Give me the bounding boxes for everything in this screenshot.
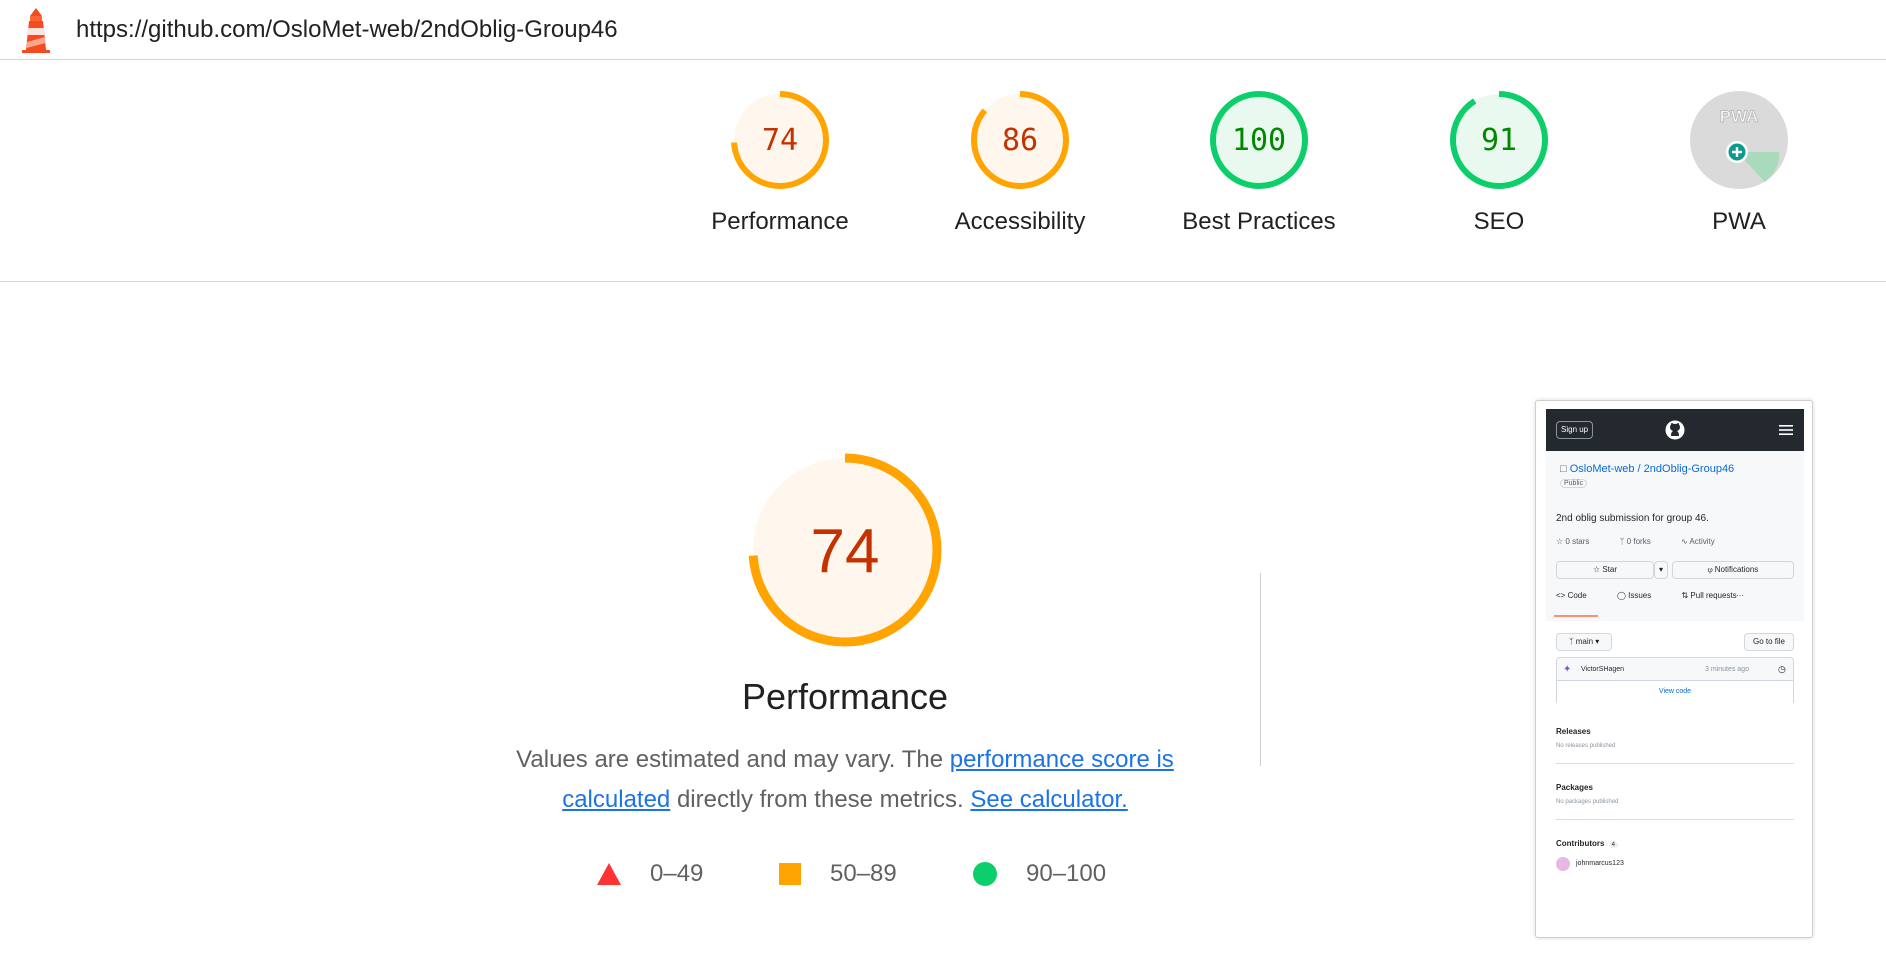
thumb-branch-button: ᛉ main ▾ <box>1556 633 1612 651</box>
gauge-performance-label: Performance <box>711 208 849 235</box>
thumb-contributor-avatar <box>1556 857 1570 871</box>
thumb-star-button: ☆ Star <box>1556 561 1654 579</box>
performance-description: Values are estimated and may vary. The p… <box>500 740 1190 820</box>
thumb-view-code-link: View code <box>1557 680 1793 705</box>
score-summary: 74 Performance 86 Accessibility 100 Best… <box>0 60 1886 282</box>
thumb-forks-count: ᛉ 0 forks <box>1619 537 1651 546</box>
thumb-github-header: Sign up <box>1546 409 1804 451</box>
thumb-tab-issues-label: Issues <box>1628 591 1652 600</box>
see-calculator-link[interactable]: See calculator. <box>970 786 1127 813</box>
thumb-contributor-name: johnmarcus123 <box>1576 860 1624 867</box>
thumb-tab-pulls-label: Pull requests <box>1690 591 1737 600</box>
vertical-divider <box>1260 573 1261 766</box>
thumb-active-tab-indicator <box>1554 615 1598 617</box>
thumb-public-badge: Public <box>1560 479 1588 488</box>
thumb-activity: ∿ Activity <box>1680 537 1715 546</box>
legend-fail-range: 0–49 <box>650 860 704 887</box>
thumb-repo-name: 2ndOblig-Group46 <box>1643 463 1735 475</box>
thumb-packages-title: Packages <box>1556 783 1593 792</box>
legend-pass: 90–100 <box>972 860 1106 888</box>
gauge-seo[interactable]: 91 SEO <box>1379 90 1619 236</box>
gauge-best-practices-label: Best Practices <box>1182 208 1336 235</box>
thumb-stars-count: ☆ 0 stars <box>1556 537 1590 546</box>
thumb-activity-text: Activity <box>1689 537 1715 546</box>
gauge-seo-score: 91 <box>1481 123 1517 158</box>
final-screenshot-thumbnail[interactable]: Sign up □ OsloMet-web / 2ndOblig-Group46… <box>1535 400 1813 938</box>
thumb-repo-icon: □ <box>1560 463 1570 475</box>
thumb-stars-text: 0 stars <box>1565 537 1590 546</box>
thumb-github-body: □ OsloMet-web / 2ndOblig-Group46 Public … <box>1546 451 1804 937</box>
gauge-best-practices-score: 100 <box>1232 123 1286 158</box>
thumb-notifications-label: Notifications <box>1714 565 1759 574</box>
gauge-performance[interactable]: 74 Performance <box>660 90 900 236</box>
thumb-commit-avatar-icon: ✦ <box>1563 664 1572 675</box>
thumb-repo-path: □ OsloMet-web / 2ndOblig-Group46 <box>1560 463 1734 475</box>
gauge-performance-score: 74 <box>762 123 798 158</box>
legend-fail: 0–49 <box>596 860 703 888</box>
thumb-rule-2 <box>1556 819 1794 820</box>
thumb-repo-description: 2nd oblig submission for group 46. <box>1556 513 1709 524</box>
thumb-repo-tabs: <> Code ◯ Issues ⇅ Pull requests ··· <box>1556 591 1765 600</box>
thumb-star-dropdown: ▾ <box>1654 561 1668 579</box>
thumb-repo-owner: OsloMet-web <box>1569 463 1635 475</box>
thumb-rule-1 <box>1556 763 1794 764</box>
thumb-tab-issues: ◯ Issues <box>1616 591 1652 600</box>
thumb-releases-title: Releases <box>1556 727 1591 736</box>
thumb-repo-header: □ OsloMet-web / 2ndOblig-Group46 Public … <box>1546 451 1804 621</box>
thumb-releases-text: No releases published <box>1556 743 1616 749</box>
thumb-signup-button: Sign up <box>1556 421 1594 439</box>
thumb-forks-text: 0 forks <box>1626 537 1651 546</box>
description-text-1: Values are estimated and may vary. The <box>516 746 950 773</box>
performance-main-gauge: 74 <box>748 453 942 647</box>
thumb-contributors-label: Contributors <box>1556 839 1605 848</box>
gauge-seo-ring: 91 <box>1450 91 1548 189</box>
gauge-pwa-label: PWA <box>1712 208 1766 235</box>
legend-average: 50–89 <box>778 860 897 888</box>
github-logo-icon <box>1665 420 1685 440</box>
thumb-repo-sep: / <box>1634 463 1644 475</box>
thumb-tab-code: <> Code <box>1556 591 1587 600</box>
pass-circle-icon <box>973 862 997 886</box>
gauge-performance-ring: 74 <box>731 91 829 189</box>
legend-average-range: 50–89 <box>830 860 897 887</box>
thumb-repo-stats: ☆ 0 stars ᛉ 0 forks ∿ Activity <box>1556 537 1743 546</box>
thumb-tab-code-label: Code <box>1567 591 1587 600</box>
thumb-commit-box: ✦ VictorSHagen 3 minutes ago ◷ View code <box>1556 657 1794 705</box>
performance-main-score: 74 <box>811 517 880 586</box>
thumb-contributors-count: 4 <box>1608 842 1619 848</box>
page-url[interactable]: https://github.com/OsloMet-web/2ndOblig-… <box>76 16 618 44</box>
gauge-seo-label: SEO <box>1473 208 1525 235</box>
pwa-badge-icon: PWA <box>1690 91 1788 189</box>
thumb-packages-text: No packages published <box>1556 799 1619 805</box>
gauge-accessibility-ring: 86 <box>971 91 1069 189</box>
gauge-best-practices[interactable]: 100 Best Practices <box>1139 90 1379 236</box>
lighthouse-logo-icon <box>22 8 50 53</box>
thumb-star-label: Star <box>1602 565 1618 574</box>
thumb-notifications-button: ⍹ Notifications <box>1672 561 1794 579</box>
url-bar: https://github.com/OsloMet-web/2ndOblig-… <box>0 0 1886 60</box>
gauge-accessibility-score: 86 <box>1002 123 1038 158</box>
thumb-commit-author: VictorSHagen <box>1581 666 1625 673</box>
gauge-accessibility-label: Accessibility <box>954 208 1086 235</box>
thumb-history-icon: ◷ <box>1778 664 1786 674</box>
thumb-tab-more-icon: ··· <box>1736 591 1744 600</box>
thumb-commit-time: 3 minutes ago <box>1705 666 1749 673</box>
thumb-contributors-title: Contributors 4 <box>1556 839 1619 848</box>
average-square-icon <box>779 863 801 885</box>
performance-title: Performance <box>741 676 949 717</box>
description-text-2: directly from these metrics. <box>670 786 971 813</box>
fail-triangle-icon <box>597 863 621 885</box>
gauge-pwa[interactable]: PWA PWA <box>1619 90 1859 236</box>
thumb-go-to-file-button: Go to file <box>1744 633 1794 651</box>
gauge-accessibility[interactable]: 86 Accessibility <box>900 90 1140 236</box>
legend-pass-range: 90–100 <box>1026 860 1107 887</box>
thumb-branch-label: main <box>1575 637 1594 646</box>
menu-hamburger-icon <box>1779 425 1793 435</box>
pwa-badge-text: PWA <box>1720 107 1759 126</box>
gauge-best-practices-ring: 100 <box>1210 91 1308 189</box>
